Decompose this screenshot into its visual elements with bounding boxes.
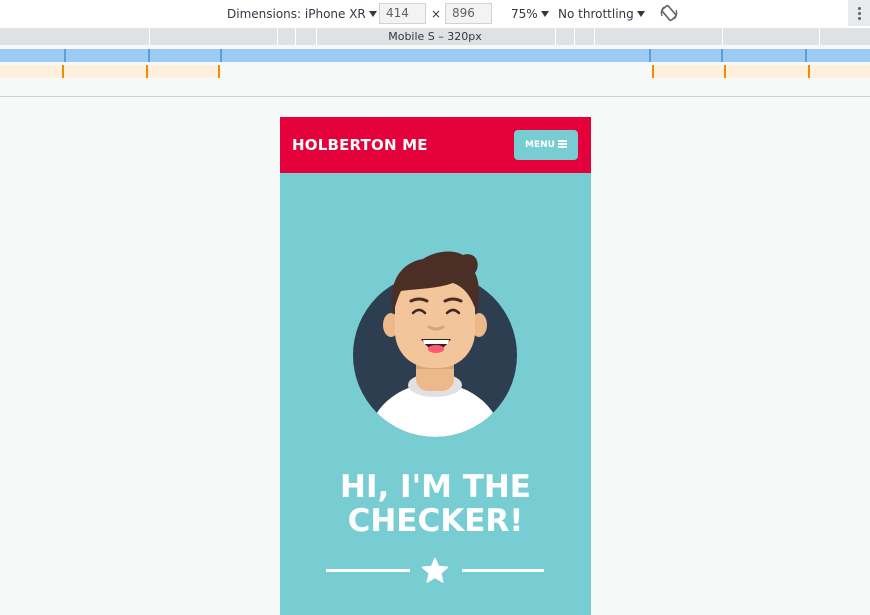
brand-logo[interactable]: HOLBERTON ME [292,117,428,173]
media-query-bar-device[interactable]: Mobile S – 320px [0,28,870,45]
more-vert-icon[interactable] [848,0,870,26]
menu-button[interactable]: MENU [514,130,578,160]
chevron-down-icon [540,11,549,17]
media-query-bar-max-width[interactable] [0,49,870,62]
headline-line-1: HI, I'M THE [340,469,531,505]
zoom-select[interactable]: 75% [511,0,549,28]
times-symbol: × [431,7,442,21]
star-icon [421,557,449,583]
menu-button-label: MENU [525,140,555,150]
media-query-label: Mobile S – 320px [388,30,482,43]
media-query-bar-min-width[interactable] [0,65,870,78]
width-input[interactable]: 414 [379,3,426,24]
hamburger-icon [557,140,567,148]
divider-line-right [462,569,544,572]
throttling-select[interactable]: No throttling [558,0,645,28]
navbar: HOLBERTON ME MENU [280,117,591,173]
star-divider [280,557,591,587]
chevron-down-icon [636,11,645,17]
device-select-label: Dimensions: iPhone XR [227,7,366,21]
rotate-icon[interactable] [659,3,679,25]
headline-line-2: CHECKER! [347,503,524,539]
chevron-down-icon [368,11,377,17]
throttling-select-label: No throttling [558,7,634,21]
divider-line-left [326,569,410,572]
ruler-separator [0,96,870,97]
hero-headline: HI, I'M THE CHECKER! [280,470,591,538]
device-toolbar: Dimensions: iPhone XR 414 × 896 75% No t… [0,0,870,29]
device-select[interactable]: Dimensions: iPhone XR [227,0,377,28]
avatar [353,251,517,437]
device-viewport: HOLBERTON ME MENU HI, I'M THE CHECKER! [280,117,591,615]
zoom-select-label: 75% [511,7,538,21]
height-input[interactable]: 896 [445,3,492,24]
